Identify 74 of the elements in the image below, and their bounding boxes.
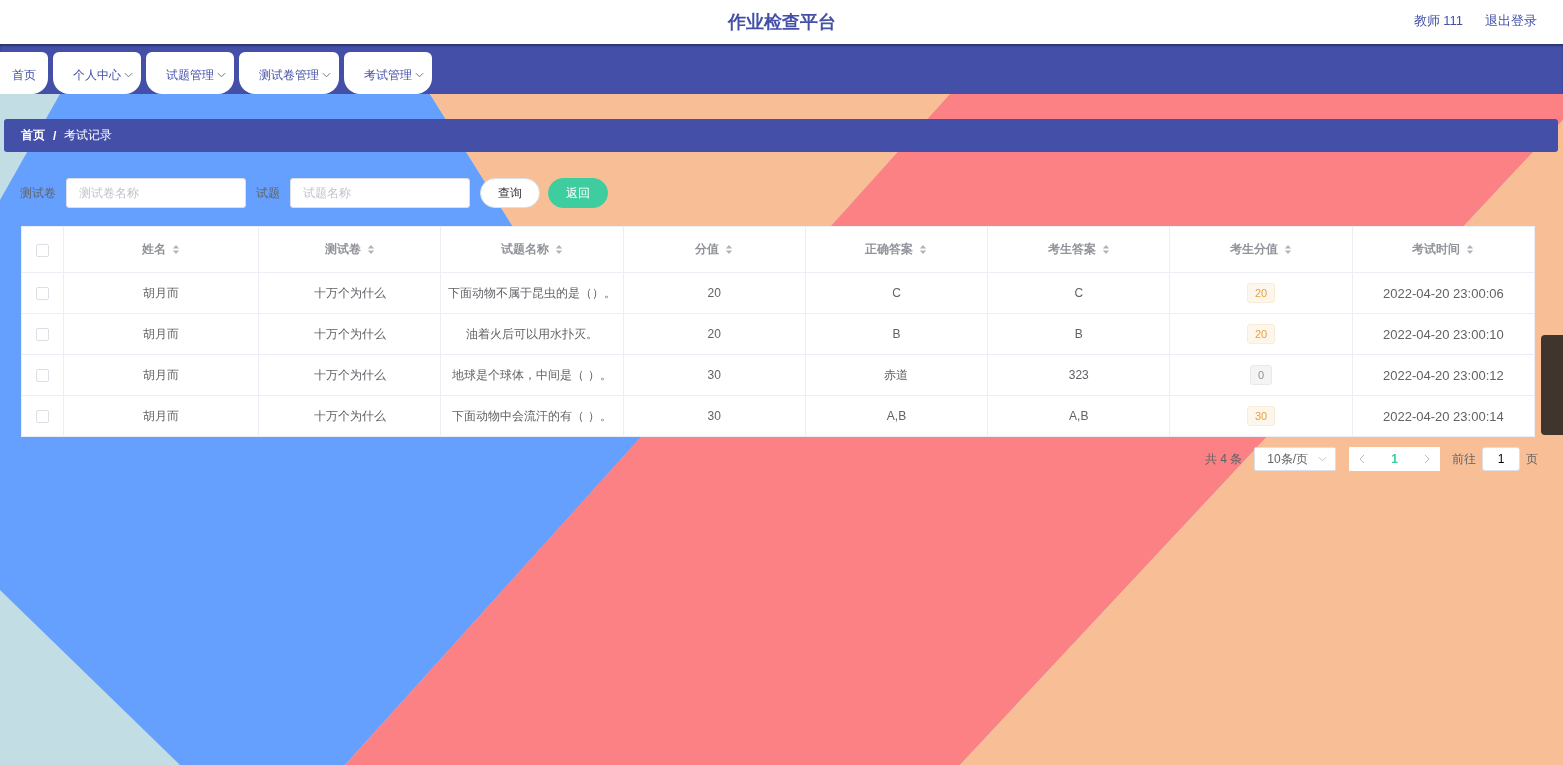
nav-tab[interactable]: 首页 [0, 52, 48, 94]
row-checkbox[interactable] [36, 287, 49, 301]
table-cell: A,B [886, 409, 907, 423]
table-cell: 胡月而 [143, 285, 179, 300]
table-cell: C [1074, 286, 1084, 300]
table-cell: 胡月而 [143, 367, 179, 382]
table-cell: 十万个为什么 [313, 326, 386, 341]
table-cell: 赤道 [884, 367, 909, 382]
table-cell: 地球是个球体，中间是（ ）。 [452, 367, 612, 382]
page-suffix: 页 [1526, 450, 1538, 468]
table-cell: B [1074, 327, 1083, 341]
sort-icon[interactable] [554, 244, 563, 255]
table-cell: 胡月而 [143, 408, 179, 423]
table-cell: 胡月而 [143, 326, 179, 341]
search-label: 试题 [256, 184, 280, 202]
row-checkbox[interactable] [36, 328, 49, 342]
site-title: 作业检查平台 [727, 11, 836, 34]
search-label: 测试卷 [20, 184, 56, 202]
next-page-icon[interactable] [1424, 454, 1430, 464]
goto-label: 前往 [1452, 450, 1476, 468]
page-input[interactable]: 1 [1482, 447, 1520, 471]
nav-tab[interactable]: 试题管理 [146, 52, 234, 94]
table-cell: C [892, 286, 901, 300]
chevron-icon [415, 72, 424, 78]
chevron-icon [124, 72, 133, 78]
score-tag: 0 [1250, 365, 1273, 385]
table-cell: 20 [707, 327, 721, 341]
breadcrumb-item[interactable]: 首页 [21, 127, 45, 144]
table-cell: 下面动物不属于昆虫的是（）。 [447, 285, 616, 300]
table-cell: 2022-04-20 23:00:14 [1383, 408, 1504, 424]
table-cell: 30 [707, 409, 721, 423]
breadcrumb-item: 考试记录 [64, 127, 113, 144]
logout-link[interactable]: 退出登录 [1485, 12, 1537, 30]
nav-tab[interactable]: 考试管理 [344, 52, 432, 94]
table-cell: 油着火后可以用水扑灭。 [465, 326, 598, 341]
row-checkbox[interactable] [36, 410, 49, 424]
action-button[interactable]: 查询 [480, 178, 540, 208]
table-cell: 2022-04-20 23:00:10 [1383, 326, 1504, 342]
chevron-icon [217, 72, 226, 78]
search-field[interactable]: 测试卷名称 [66, 178, 246, 208]
table-cell: 2022-04-20 23:00:12 [1383, 367, 1504, 383]
nav-tab[interactable]: 个人中心 [53, 52, 141, 94]
score-tag: 30 [1246, 406, 1276, 426]
table-cell: 十万个为什么 [313, 285, 386, 300]
table-cell: 20 [707, 286, 721, 300]
search-field[interactable]: 试题名称 [290, 178, 470, 208]
sort-icon[interactable] [1284, 244, 1293, 255]
total-count: 共 4 条 [1204, 450, 1243, 468]
sort-icon[interactable] [366, 244, 375, 255]
table-cell: B [892, 327, 901, 341]
chevron-icon [322, 72, 331, 78]
score-tag: 20 [1246, 283, 1276, 303]
sort-icon[interactable] [1466, 244, 1475, 255]
table-cell: 323 [1068, 368, 1089, 382]
table-cell: 十万个为什么 [313, 408, 386, 423]
nav-tab[interactable]: 测试卷管理 [239, 52, 339, 94]
row-checkbox[interactable] [36, 369, 49, 383]
table-cell: 30 [707, 368, 721, 382]
chevron-icon [1318, 456, 1328, 462]
previous-page-icon[interactable] [1359, 454, 1366, 464]
page-size-select[interactable]: 10条/页 [1254, 447, 1337, 471]
table-cell: 下面动物中会流汗的有（ ）。 [452, 408, 612, 423]
side-handle[interactable] [1541, 335, 1563, 435]
sort-icon[interactable] [725, 244, 734, 255]
user-name: 教师 111 [1413, 12, 1463, 30]
breadcrumb-separator: / [53, 128, 57, 143]
table-cell: 2022-04-20 23:00:06 [1383, 285, 1504, 301]
select-all-checkbox[interactable] [36, 243, 49, 257]
sort-icon[interactable] [172, 244, 180, 255]
sort-icon[interactable] [1101, 244, 1110, 255]
table-cell: A,B [1069, 409, 1089, 423]
sort-icon[interactable] [919, 244, 928, 255]
table-cell: 十万个为什么 [313, 367, 386, 382]
score-tag: 20 [1246, 324, 1276, 344]
